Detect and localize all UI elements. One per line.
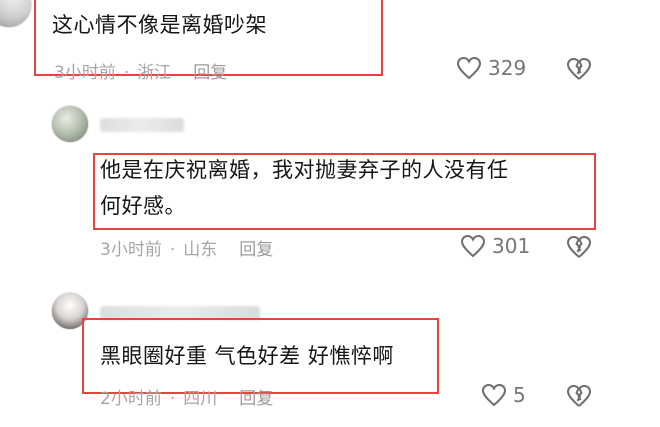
dislike-icon[interactable] (566, 57, 592, 81)
timestamp: 2小时前 (100, 389, 162, 409)
location: 山东 (183, 240, 218, 260)
reply-button[interactable]: 回复 (193, 58, 227, 83)
comment-text-line-2: 何好感。 (100, 194, 186, 218)
like-count: 301 (492, 234, 531, 258)
comment-text-line-1: 他是在庆祝离婚，我对抛妻弃子的人没有任 (100, 158, 509, 182)
dislike-icon[interactable] (566, 235, 592, 259)
heart-icon (456, 56, 482, 80)
location: 四川 (183, 389, 218, 409)
reply-button[interactable]: 回复 (239, 235, 273, 260)
reply-button[interactable]: 回复 (239, 384, 273, 409)
username-blurred[interactable] (100, 118, 184, 132)
timestamp: 3小时前 (54, 63, 116, 83)
timestamp: 3小时前 (100, 240, 162, 260)
separator-dot: · (169, 389, 176, 409)
location: 浙江 (137, 63, 172, 83)
like-count: 329 (488, 56, 527, 80)
comment-meta: 2小时前 · 四川 回复 (100, 384, 273, 409)
separator-dot: · (123, 63, 130, 83)
dislike-icon[interactable] (566, 384, 592, 408)
like-button[interactable]: 329 (456, 56, 526, 80)
comment-meta: 3小时前 · 山东 回复 (100, 235, 273, 260)
like-button[interactable]: 5 (481, 383, 526, 407)
separator-dot: · (169, 240, 176, 260)
comment-meta: 3小时前 · 浙江 回复 (54, 58, 227, 83)
heart-icon (481, 383, 507, 407)
comment-text: 黑眼圈好重 气色好差 好憔悴啊 (100, 344, 394, 368)
avatar[interactable] (0, 0, 32, 28)
comment-text: 这心情不像是离婚吵架 (52, 13, 267, 37)
heart-icon (460, 234, 486, 258)
avatar[interactable] (51, 105, 89, 143)
like-count: 5 (513, 383, 526, 407)
like-button[interactable]: 301 (460, 234, 530, 258)
